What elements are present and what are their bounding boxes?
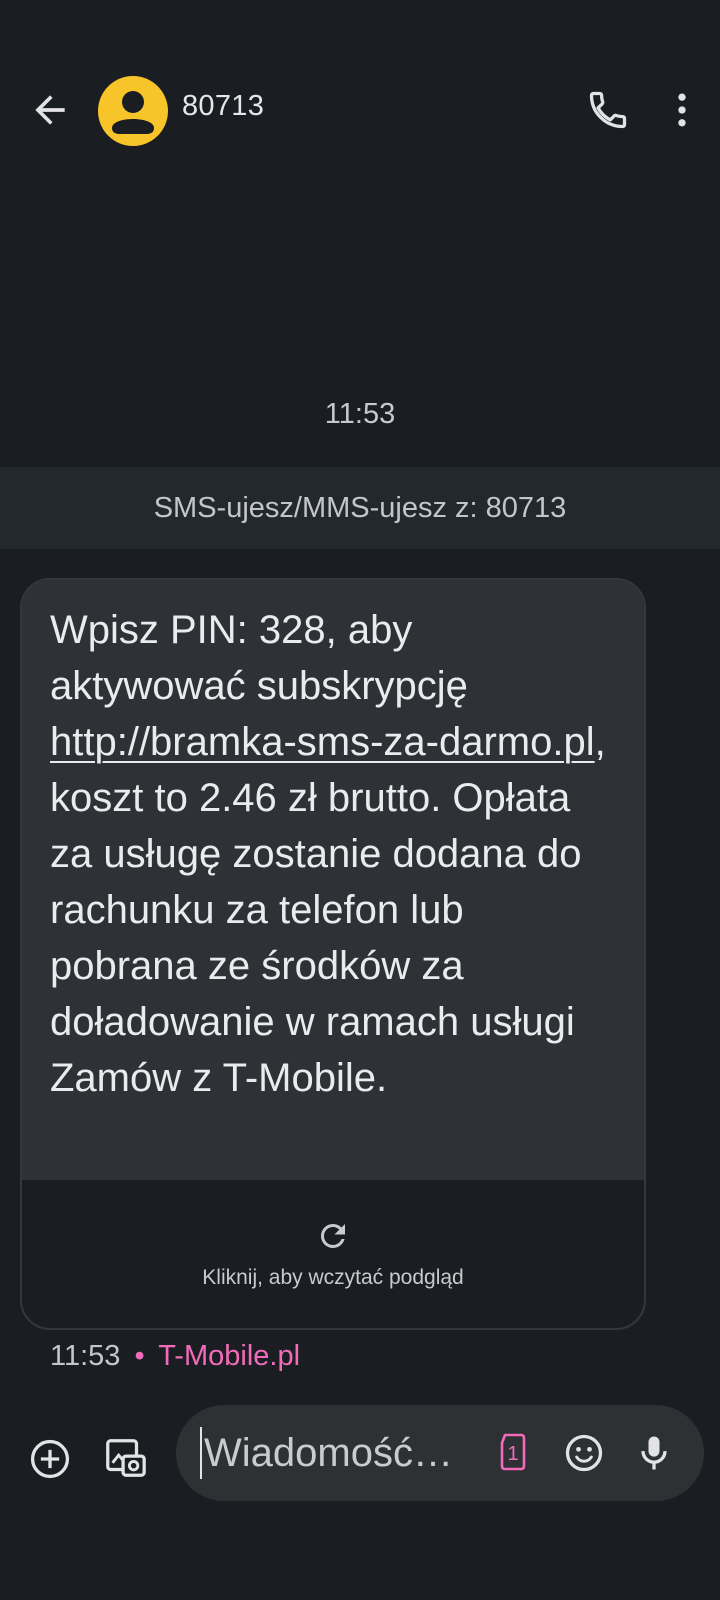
- person-avatar-icon: [112, 91, 154, 134]
- compose-bar: Wiadomość… 1: [176, 1405, 704, 1501]
- emoji-button[interactable]: [562, 1431, 606, 1475]
- conversation-title: 80713: [182, 90, 265, 122]
- meta-separator: •: [134, 1340, 145, 1372]
- sim-1-icon: 1: [500, 1433, 526, 1471]
- carrier-label: T-Mobile.pl: [158, 1340, 301, 1372]
- sim-number: 1: [507, 1443, 518, 1465]
- phone-icon: [589, 91, 627, 129]
- message-text-end: , koszt to 2.46 zł brutto. Opłata za usł…: [50, 720, 606, 1100]
- emoji-icon: [565, 1434, 603, 1472]
- sms-info-banner: SMS-ujesz/MMS-ujesz z: 80713: [0, 467, 720, 549]
- conversation-timestamp: 11:53: [324, 398, 396, 430]
- add-circle-icon: [30, 1439, 70, 1479]
- message-input[interactable]: Wiadomość…: [200, 1427, 474, 1479]
- banner-text: SMS-ujesz/MMS-ujesz z: 80713: [153, 491, 567, 524]
- message-text-start: Wpisz PIN: 328, aby aktywować subskrypcj…: [50, 608, 468, 708]
- voice-input-button[interactable]: [632, 1431, 676, 1475]
- back-button[interactable]: [28, 88, 72, 132]
- arrow-back-icon: [35, 95, 65, 125]
- gallery-icon: [106, 1439, 146, 1477]
- message-link[interactable]: http://bramka-sms-za-darmo.pl: [50, 720, 595, 764]
- messages-screen: 80713 11:53 SMS-ujesz/MMS-ujesz z: 80713…: [0, 0, 720, 1600]
- preview-label: Kliknij, aby wczytać podgląd: [202, 1266, 464, 1289]
- top-app-bar: 80713: [0, 60, 720, 160]
- message-meta: 11:53 • T-Mobile.pl: [50, 1340, 300, 1373]
- refresh-icon: [320, 1224, 345, 1248]
- link-preview-loader[interactable]: Kliknij, aby wczytać podgląd: [22, 1180, 644, 1328]
- message-text: Wpisz PIN: 328, aby aktywować subskrypcj…: [50, 602, 616, 1106]
- message-time: 11:53: [50, 1340, 121, 1372]
- more-options-button[interactable]: [660, 88, 704, 132]
- call-button[interactable]: [586, 88, 630, 132]
- message-body: Wpisz PIN: 328, aby aktywować subskrypcj…: [22, 580, 644, 1180]
- message-bubble[interactable]: Wpisz PIN: 328, aby aktywować subskrypcj…: [20, 578, 646, 1330]
- add-attachment-button[interactable]: [28, 1437, 72, 1481]
- more-vertical-icon: [678, 93, 686, 127]
- sim-selector-button[interactable]: 1: [496, 1427, 530, 1477]
- microphone-icon: [641, 1436, 667, 1470]
- contact-avatar[interactable]: [98, 76, 168, 146]
- gallery-button[interactable]: [102, 1435, 148, 1481]
